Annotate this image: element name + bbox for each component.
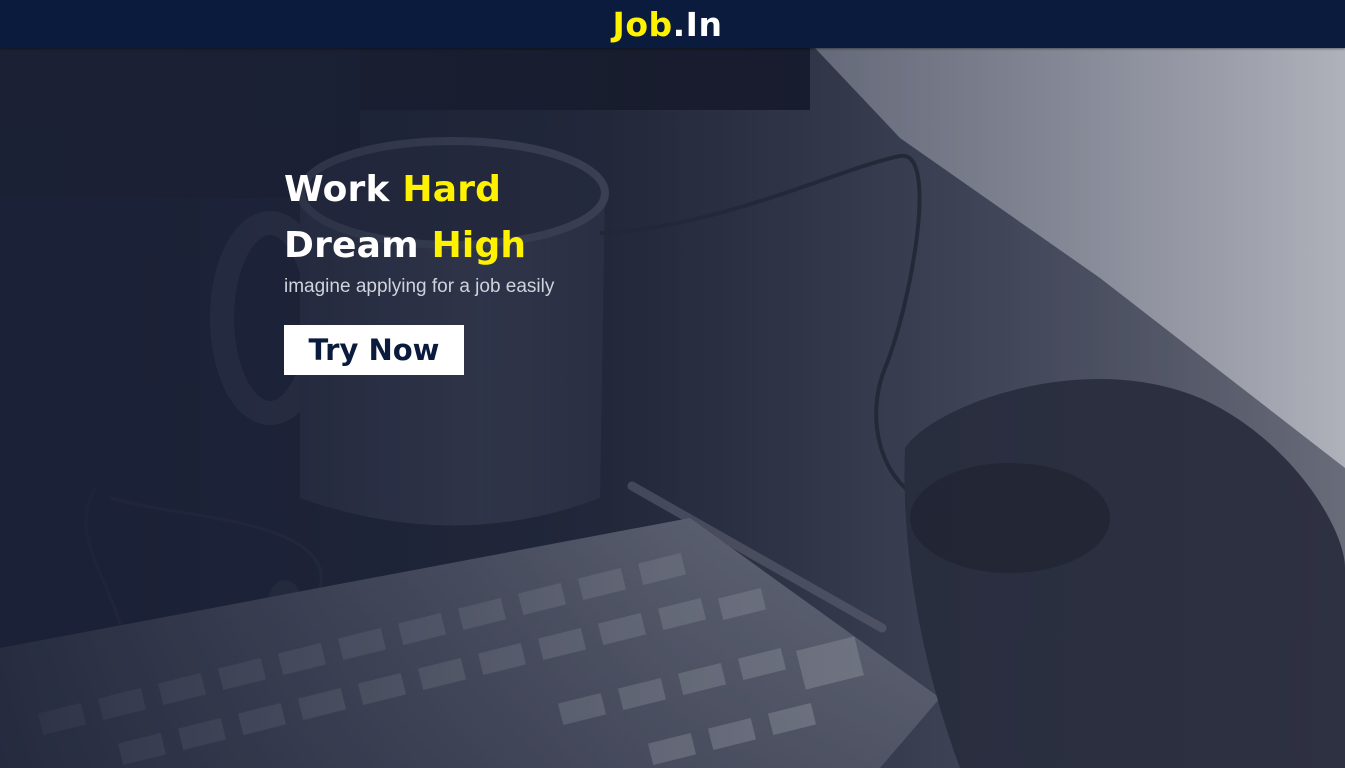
headline-word-hard: Hard xyxy=(402,169,502,210)
brand-logo-part2: .In xyxy=(672,4,723,44)
hero-background-photo xyxy=(0,48,1345,768)
hero-headline-line1: Work Hard xyxy=(284,162,554,218)
headline-word-dream: Dream xyxy=(284,225,419,266)
navbar: Job.In xyxy=(0,0,1345,48)
hero-headline-line2: Dream High xyxy=(284,218,554,274)
try-now-button[interactable]: Try Now xyxy=(284,325,464,375)
brand-logo-part1: Job xyxy=(612,4,673,44)
headline-word-high: High xyxy=(431,225,527,266)
hero-tagline: imagine applying for a job easily xyxy=(284,276,555,297)
hero-content: Work Hard Dream High imagine applying fo… xyxy=(284,162,554,375)
hero-section: Work Hard Dream High imagine applying fo… xyxy=(0,48,1345,768)
brand-logo[interactable]: Job.In xyxy=(613,8,723,41)
headline-word-work: Work xyxy=(284,169,390,210)
